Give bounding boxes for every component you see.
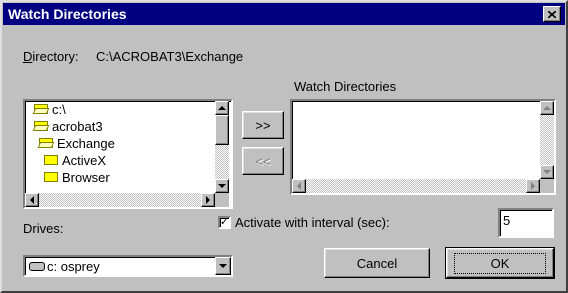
tree-scroll-up-button[interactable]	[215, 101, 229, 115]
interval-checkbox[interactable]: ✓	[218, 216, 231, 229]
tree-item-acrobat3[interactable]: acrobat3	[34, 118, 103, 134]
directory-label: Directory:	[23, 49, 79, 64]
watch-directories-list[interactable]	[290, 99, 556, 195]
interval-label: Activate with interval (sec):	[235, 215, 390, 230]
open-folder-icon	[34, 104, 48, 114]
tree-item-activex[interactable]: ActiveX	[44, 152, 106, 168]
open-folder-icon	[34, 121, 48, 131]
add-directory-button[interactable]: >>	[242, 111, 284, 139]
interval-input[interactable]: 5	[498, 208, 554, 238]
watch-directories-label: Watch Directories	[294, 79, 397, 94]
tree-scroll-right-button[interactable]	[201, 193, 215, 207]
watch-scroll-down-button[interactable]	[540, 165, 554, 179]
watch-horizontal-scrollbar[interactable]	[292, 179, 540, 193]
drives-selected: c: osprey	[47, 259, 100, 274]
drives-dropdown[interactable]: c: osprey	[23, 255, 233, 277]
tree-item-c[interactable]: c:\	[34, 101, 66, 117]
drives-dropdown-button[interactable]	[215, 257, 231, 275]
watch-scroll-left-button[interactable]	[292, 179, 306, 193]
remove-directory-button[interactable]: <<	[242, 147, 284, 175]
ok-button[interactable]: OK	[445, 247, 555, 279]
directory-tree[interactable]: c:\ acrobat3 Exchange ActiveX Browser	[23, 99, 233, 209]
tree-scroll-left-button[interactable]	[25, 193, 39, 207]
arrow-up-icon	[543, 106, 551, 110]
ok-button-label: OK	[453, 252, 547, 274]
chevron-down-icon	[219, 264, 227, 268]
tree-item-browser[interactable]: Browser	[44, 169, 110, 185]
tree-scroll-thumb[interactable]	[215, 115, 229, 145]
arrow-right-icon	[531, 182, 535, 190]
drive-icon	[29, 262, 45, 271]
tree-horizontal-scrollbar[interactable]	[25, 193, 215, 207]
tree-scroll-down-button[interactable]	[215, 179, 229, 193]
arrow-up-icon	[218, 106, 226, 110]
arrow-left-icon	[30, 196, 34, 204]
arrow-down-icon	[543, 170, 551, 174]
watch-scroll-right-button[interactable]	[526, 179, 540, 193]
arrow-right-icon	[206, 196, 210, 204]
cancel-button[interactable]: Cancel	[324, 248, 430, 278]
scroll-corner	[215, 193, 229, 207]
interval-value: 5	[503, 213, 511, 228]
drives-label: Drives:	[23, 221, 64, 236]
watch-directories-dialog: Watch Directories Directory: C:\ACROBAT3…	[0, 0, 568, 293]
checkmark-icon: ✓	[219, 216, 230, 228]
arrow-left-icon	[297, 182, 301, 190]
window-title: Watch Directories	[8, 6, 127, 22]
watch-scroll-up-button[interactable]	[540, 101, 554, 115]
directory-path: C:\ACROBAT3\Exchange	[96, 49, 244, 64]
folder-icon	[44, 155, 58, 165]
title-bar[interactable]: Watch Directories	[3, 3, 565, 25]
arrow-down-icon	[218, 184, 226, 188]
close-button[interactable]	[543, 6, 561, 22]
tree-item-exchange[interactable]: Exchange	[39, 135, 115, 151]
close-icon	[548, 10, 556, 18]
scroll-corner	[540, 179, 554, 193]
open-folder-icon	[39, 138, 53, 148]
folder-icon	[44, 172, 58, 182]
